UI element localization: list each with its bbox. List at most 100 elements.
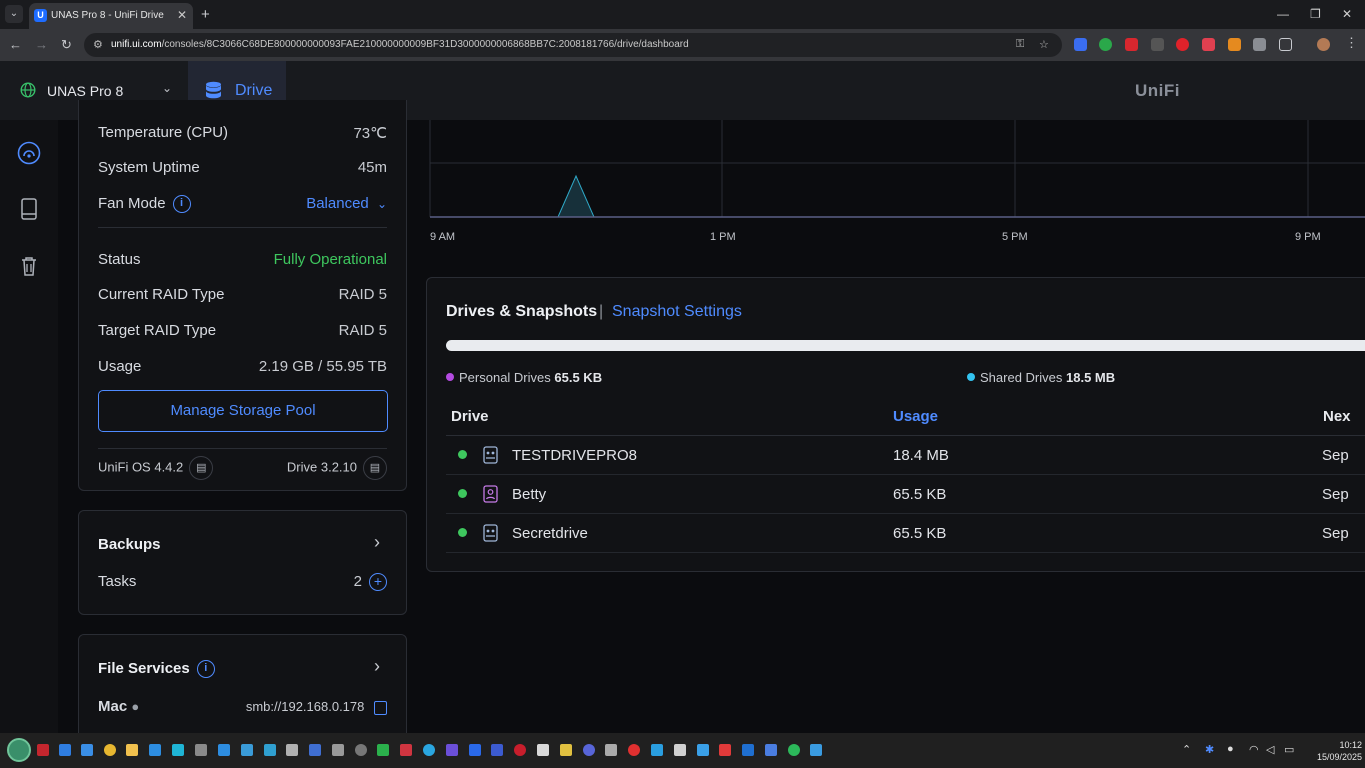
extension-grammarly-icon[interactable]: [1099, 38, 1112, 51]
dashboard-icon[interactable]: [17, 141, 41, 165]
window-close-icon[interactable]: ✕: [1342, 7, 1352, 21]
info-icon[interactable]: i: [196, 660, 215, 679]
taskbar-app-icon[interactable]: [355, 744, 367, 756]
file-explorer-taskbar-icon[interactable]: [126, 744, 138, 756]
taskbar-app-icon[interactable]: [651, 744, 663, 756]
extension-adblock-icon[interactable]: [1125, 38, 1138, 51]
site-info-icon[interactable]: ⚙: [93, 38, 103, 51]
taskbar-app-icon[interactable]: [81, 744, 93, 756]
new-tab-button[interactable]: +: [201, 6, 210, 23]
extension-7-icon[interactable]: [1253, 38, 1266, 51]
start-button-icon[interactable]: [7, 738, 31, 762]
table-row[interactable]: Betty 65.5 KB Sep: [446, 475, 1365, 514]
taskbar-app-icon[interactable]: [537, 744, 549, 756]
release-notes-icon[interactable]: ▤: [363, 456, 387, 480]
forward-icon[interactable]: →: [35, 37, 48, 52]
table-row[interactable]: TESTDRIVEPRO8 18.4 MB Sep: [446, 436, 1365, 475]
taskbar-app-icon[interactable]: [765, 744, 777, 756]
backups-card: Backups › Tasks 2 +: [78, 510, 407, 615]
microphone-icon[interactable]: ●: [1227, 743, 1234, 755]
bluetooth-icon[interactable]: ✱: [1205, 743, 1214, 756]
table-row[interactable]: Secretdrive 65.5 KB Sep: [446, 514, 1365, 553]
fan-mode-dropdown[interactable]: Balanced ⌄: [306, 195, 387, 212]
taskbar-app-icon[interactable]: [59, 744, 71, 756]
browser-menu-icon[interactable]: ⋮: [1345, 35, 1358, 51]
battery-icon[interactable]: ▭: [1284, 743, 1294, 756]
uptime-row: System Uptime 45m: [98, 159, 387, 176]
usage-row: Usage 2.19 GB / 55.95 TB: [98, 358, 387, 375]
taskbar-app-icon[interactable]: [423, 744, 435, 756]
taskbar-app-icon[interactable]: [309, 744, 321, 756]
extension-1-icon[interactable]: [1074, 38, 1087, 51]
extensions-puzzle-icon[interactable]: [1279, 38, 1292, 51]
manage-storage-pool-button[interactable]: Manage Storage Pool: [98, 390, 388, 432]
chevron-right-icon[interactable]: ›: [374, 656, 380, 677]
extension-download-icon[interactable]: [1151, 38, 1164, 51]
taskbar-app-icon[interactable]: [446, 744, 458, 756]
bookmark-star-icon[interactable]: ☆: [1039, 38, 1049, 51]
chrome-taskbar-icon[interactable]: [104, 744, 116, 756]
back-icon[interactable]: ←: [9, 37, 22, 52]
drives-snapshots-panel: Drives & Snapshots | Snapshot Settings P…: [426, 277, 1365, 572]
taskbar-app-icon[interactable]: [628, 744, 640, 756]
taskbar-app-icon[interactable]: [172, 744, 184, 756]
drive-next-snapshot: Sep: [1322, 447, 1349, 464]
storage-usage-bar: [446, 340, 1365, 351]
release-notes-icon[interactable]: ▤: [189, 456, 214, 480]
copy-icon[interactable]: [374, 700, 387, 715]
taskbar-app-icon[interactable]: [149, 744, 161, 756]
address-bar[interactable]: ⚙ unifi.ui.com/consoles/8C3066C68DE80000…: [84, 33, 1062, 57]
taskbar-app-icon[interactable]: [583, 744, 595, 756]
column-header-usage[interactable]: Usage: [893, 408, 938, 425]
taskbar-app-icon[interactable]: [400, 744, 412, 756]
taskbar-app-icon[interactable]: [674, 744, 686, 756]
taskbar-app-icon[interactable]: [719, 744, 731, 756]
taskbar-app-icon[interactable]: [195, 744, 207, 756]
taskbar-app-icon[interactable]: [491, 744, 503, 756]
profile-avatar[interactable]: [1317, 38, 1330, 51]
snapshot-settings-link[interactable]: Snapshot Settings: [612, 303, 742, 321]
volume-icon[interactable]: ◁: [1266, 743, 1274, 756]
taskbar-clock[interactable]: 10:12 15/09/2025: [1317, 739, 1362, 763]
taskbar-app-icon[interactable]: [218, 744, 230, 756]
taskbar-app-icon[interactable]: [514, 744, 526, 756]
taskbar-app-icon[interactable]: [810, 744, 822, 756]
drives-icon[interactable]: [17, 197, 41, 221]
activity-spike: [557, 174, 595, 218]
reload-icon[interactable]: ↻: [61, 37, 72, 53]
tray-chevron-up-icon[interactable]: ⌃: [1182, 743, 1191, 756]
taskbar-app-icon[interactable]: [788, 744, 800, 756]
taskbar-app-icon[interactable]: [377, 744, 389, 756]
taskbar-app-icon[interactable]: [697, 744, 709, 756]
browser-tab[interactable]: U UNAS Pro 8 - UniFi Drive ✕: [29, 3, 193, 29]
column-header-next[interactable]: Nex: [1323, 408, 1351, 425]
chevron-down-icon: ⌄: [162, 81, 173, 95]
database-icon: [206, 81, 221, 99]
tab-close-icon[interactable]: ✕: [177, 8, 187, 22]
x-tick-label: 1 PM: [710, 231, 736, 243]
taskbar-app-icon[interactable]: [264, 744, 276, 756]
chevron-right-icon[interactable]: ›: [374, 532, 380, 553]
taskbar-app-icon[interactable]: [286, 744, 298, 756]
add-task-icon[interactable]: +: [369, 573, 387, 592]
taskbar-app-icon[interactable]: [560, 744, 572, 756]
taskbar-app-icon[interactable]: [332, 744, 344, 756]
extension-4-icon[interactable]: [1176, 38, 1189, 51]
taskbar-app-icon[interactable]: [241, 744, 253, 756]
password-key-icon[interactable]: ⚿: [1016, 38, 1024, 51]
taskbar-app-icon[interactable]: [605, 744, 617, 756]
minimize-icon[interactable]: —: [1277, 7, 1289, 21]
taskbar-app-icon[interactable]: [742, 744, 754, 756]
extension-6-icon[interactable]: [1228, 38, 1241, 51]
taskbar-app-icon[interactable]: [37, 744, 49, 756]
info-icon[interactable]: i: [172, 195, 191, 214]
tab-search-chevron-icon[interactable]: ⌄: [5, 5, 23, 23]
restore-icon[interactable]: ❐: [1310, 7, 1321, 21]
taskbar-app-icon[interactable]: [469, 744, 481, 756]
column-header-drive[interactable]: Drive: [451, 408, 489, 425]
extension-5-icon[interactable]: [1202, 38, 1215, 51]
tab-title: UNAS Pro 8 - UniFi Drive: [51, 10, 164, 21]
wifi-icon[interactable]: ◠: [1249, 743, 1259, 756]
trash-icon[interactable]: [17, 254, 41, 278]
globe-icon: [20, 82, 36, 98]
